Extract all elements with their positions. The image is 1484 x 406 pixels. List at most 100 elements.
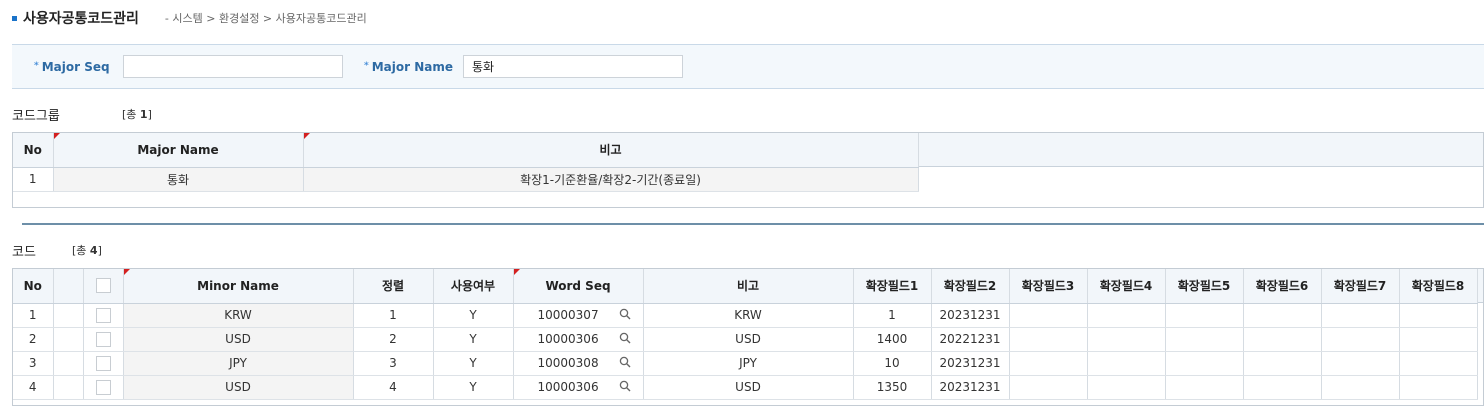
cell-check[interactable] xyxy=(83,351,124,376)
cell-ext5[interactable] xyxy=(1165,303,1244,328)
col-header-note[interactable]: 비고 xyxy=(303,133,919,168)
cell-word-seq[interactable]: 10000308 xyxy=(513,351,644,376)
cell-ext1[interactable]: 1400 xyxy=(853,327,932,352)
cell-ext4[interactable] xyxy=(1087,351,1166,376)
cell-word-seq[interactable]: 10000306 xyxy=(513,327,644,352)
cell-ext3[interactable] xyxy=(1009,327,1088,352)
table-row[interactable]: 1 통화 확장1-기준환율/확장2-기간(종료일) xyxy=(13,167,919,192)
cell-ext1[interactable]: 1 xyxy=(853,303,932,328)
col-header-note[interactable]: 비고 xyxy=(643,269,854,304)
major-name-input[interactable] xyxy=(463,55,683,78)
cell-ext7[interactable] xyxy=(1321,327,1400,352)
cell-minor-name[interactable]: KRW xyxy=(123,303,354,328)
col-header-minor-name[interactable]: Minor Name xyxy=(123,269,354,304)
cell-ext3[interactable] xyxy=(1009,375,1088,400)
cell-use[interactable]: Y xyxy=(433,327,514,352)
cell-note[interactable]: USD xyxy=(643,375,854,400)
cell-word-seq[interactable]: 10000306 xyxy=(513,375,644,400)
col-header-select-all[interactable] xyxy=(83,269,124,304)
cell-ext2[interactable]: 20221231 xyxy=(931,327,1010,352)
cell-note[interactable]: KRW xyxy=(643,303,854,328)
cell-ext7[interactable] xyxy=(1321,303,1400,328)
col-header-ext1[interactable]: 확장필드1 xyxy=(853,269,932,304)
cell-ext4[interactable] xyxy=(1087,327,1166,352)
cell-no[interactable]: 1 xyxy=(13,167,54,192)
cell-ext6[interactable] xyxy=(1243,303,1322,328)
major-seq-input[interactable] xyxy=(123,55,343,78)
col-header-ext5[interactable]: 확장필드5 xyxy=(1165,269,1244,304)
code-count: [총 4] xyxy=(72,244,102,257)
col-header-no[interactable]: No xyxy=(13,269,54,304)
cell-ext5[interactable] xyxy=(1165,351,1244,376)
cell-check[interactable] xyxy=(83,327,124,352)
table-row[interactable]: 3 JPY 3 Y 10000308 JPY 10 20231231 xyxy=(13,351,1478,376)
cell-major-name[interactable]: 통화 xyxy=(53,167,304,192)
table-row[interactable]: 2 USD 2 Y 10000306 USD 1400 20221231 xyxy=(13,327,1478,352)
cell-ext4[interactable] xyxy=(1087,375,1166,400)
cell-ext1[interactable]: 1350 xyxy=(853,375,932,400)
cell-ext2[interactable]: 20231231 xyxy=(931,375,1010,400)
code-title: 코드 xyxy=(12,245,36,260)
cell-ext7[interactable] xyxy=(1321,351,1400,376)
col-header-no[interactable]: No xyxy=(13,133,54,168)
cell-ext4[interactable] xyxy=(1087,303,1166,328)
table-row[interactable]: 1 KRW 1 Y 10000307 KRW 1 20231231 xyxy=(13,303,1478,328)
cell-sort[interactable]: 4 xyxy=(353,375,434,400)
cell-use[interactable]: Y xyxy=(433,375,514,400)
cell-check[interactable] xyxy=(83,303,124,328)
row-checkbox[interactable] xyxy=(95,331,111,347)
cell-ext8[interactable] xyxy=(1399,375,1478,400)
col-header-ext6[interactable]: 확장필드6 xyxy=(1243,269,1322,304)
col-header-use[interactable]: 사용여부 xyxy=(433,269,514,304)
cell-ext5[interactable] xyxy=(1165,375,1244,400)
magnifier-icon[interactable] xyxy=(619,308,631,320)
select-all-checkbox[interactable] xyxy=(95,278,111,294)
row-checkbox[interactable] xyxy=(95,379,111,395)
cell-ext2[interactable]: 20231231 xyxy=(931,351,1010,376)
cell-sort[interactable]: 2 xyxy=(353,327,434,352)
square-bullet-icon xyxy=(12,15,17,21)
col-header-ext3[interactable]: 확장필드3 xyxy=(1009,269,1088,304)
cell-sort[interactable]: 1 xyxy=(353,303,434,328)
cell-ext3[interactable] xyxy=(1009,303,1088,328)
cell-ext7[interactable] xyxy=(1321,375,1400,400)
cell-ext6[interactable] xyxy=(1243,327,1322,352)
cell-word-seq[interactable]: 10000307 xyxy=(513,303,644,328)
col-header-major-name[interactable]: Major Name xyxy=(53,133,304,168)
cell-ext8[interactable] xyxy=(1399,351,1478,376)
col-header-ext7[interactable]: 확장필드7 xyxy=(1321,269,1400,304)
col-header-ext2[interactable]: 확장필드2 xyxy=(931,269,1010,304)
cell-use[interactable]: Y xyxy=(433,351,514,376)
row-checkbox[interactable] xyxy=(95,307,111,323)
magnifier-icon[interactable] xyxy=(619,380,631,392)
cell-no[interactable]: 1 xyxy=(13,303,54,328)
cell-ext1[interactable]: 10 xyxy=(853,351,932,376)
cell-ext2[interactable]: 20231231 xyxy=(931,303,1010,328)
cell-minor-name[interactable]: USD xyxy=(123,327,354,352)
cell-use[interactable]: Y xyxy=(433,303,514,328)
cell-note[interactable]: JPY xyxy=(643,351,854,376)
cell-minor-name[interactable]: JPY xyxy=(123,351,354,376)
cell-note[interactable]: USD xyxy=(643,327,854,352)
cell-ext8[interactable] xyxy=(1399,303,1478,328)
cell-ext5[interactable] xyxy=(1165,327,1244,352)
cell-ext6[interactable] xyxy=(1243,375,1322,400)
cell-sort[interactable]: 3 xyxy=(353,351,434,376)
row-checkbox[interactable] xyxy=(95,355,111,371)
magnifier-icon[interactable] xyxy=(619,356,631,368)
cell-ext3[interactable] xyxy=(1009,351,1088,376)
col-header-sort[interactable]: 정렬 xyxy=(353,269,434,304)
cell-no[interactable]: 2 xyxy=(13,327,54,352)
col-header-word-seq[interactable]: Word Seq xyxy=(513,269,644,304)
cell-no[interactable]: 4 xyxy=(13,375,54,400)
cell-ext8[interactable] xyxy=(1399,327,1478,352)
cell-ext6[interactable] xyxy=(1243,351,1322,376)
col-header-ext8[interactable]: 확장필드8 xyxy=(1399,269,1478,304)
cell-check[interactable] xyxy=(83,375,124,400)
magnifier-icon[interactable] xyxy=(619,332,631,344)
cell-minor-name[interactable]: USD xyxy=(123,375,354,400)
table-row[interactable]: 4 USD 4 Y 10000306 USD 1350 20231231 xyxy=(13,375,1478,400)
cell-note[interactable]: 확장1-기준환율/확장2-기간(종료일) xyxy=(303,167,919,192)
col-header-ext4[interactable]: 확장필드4 xyxy=(1087,269,1166,304)
cell-no[interactable]: 3 xyxy=(13,351,54,376)
